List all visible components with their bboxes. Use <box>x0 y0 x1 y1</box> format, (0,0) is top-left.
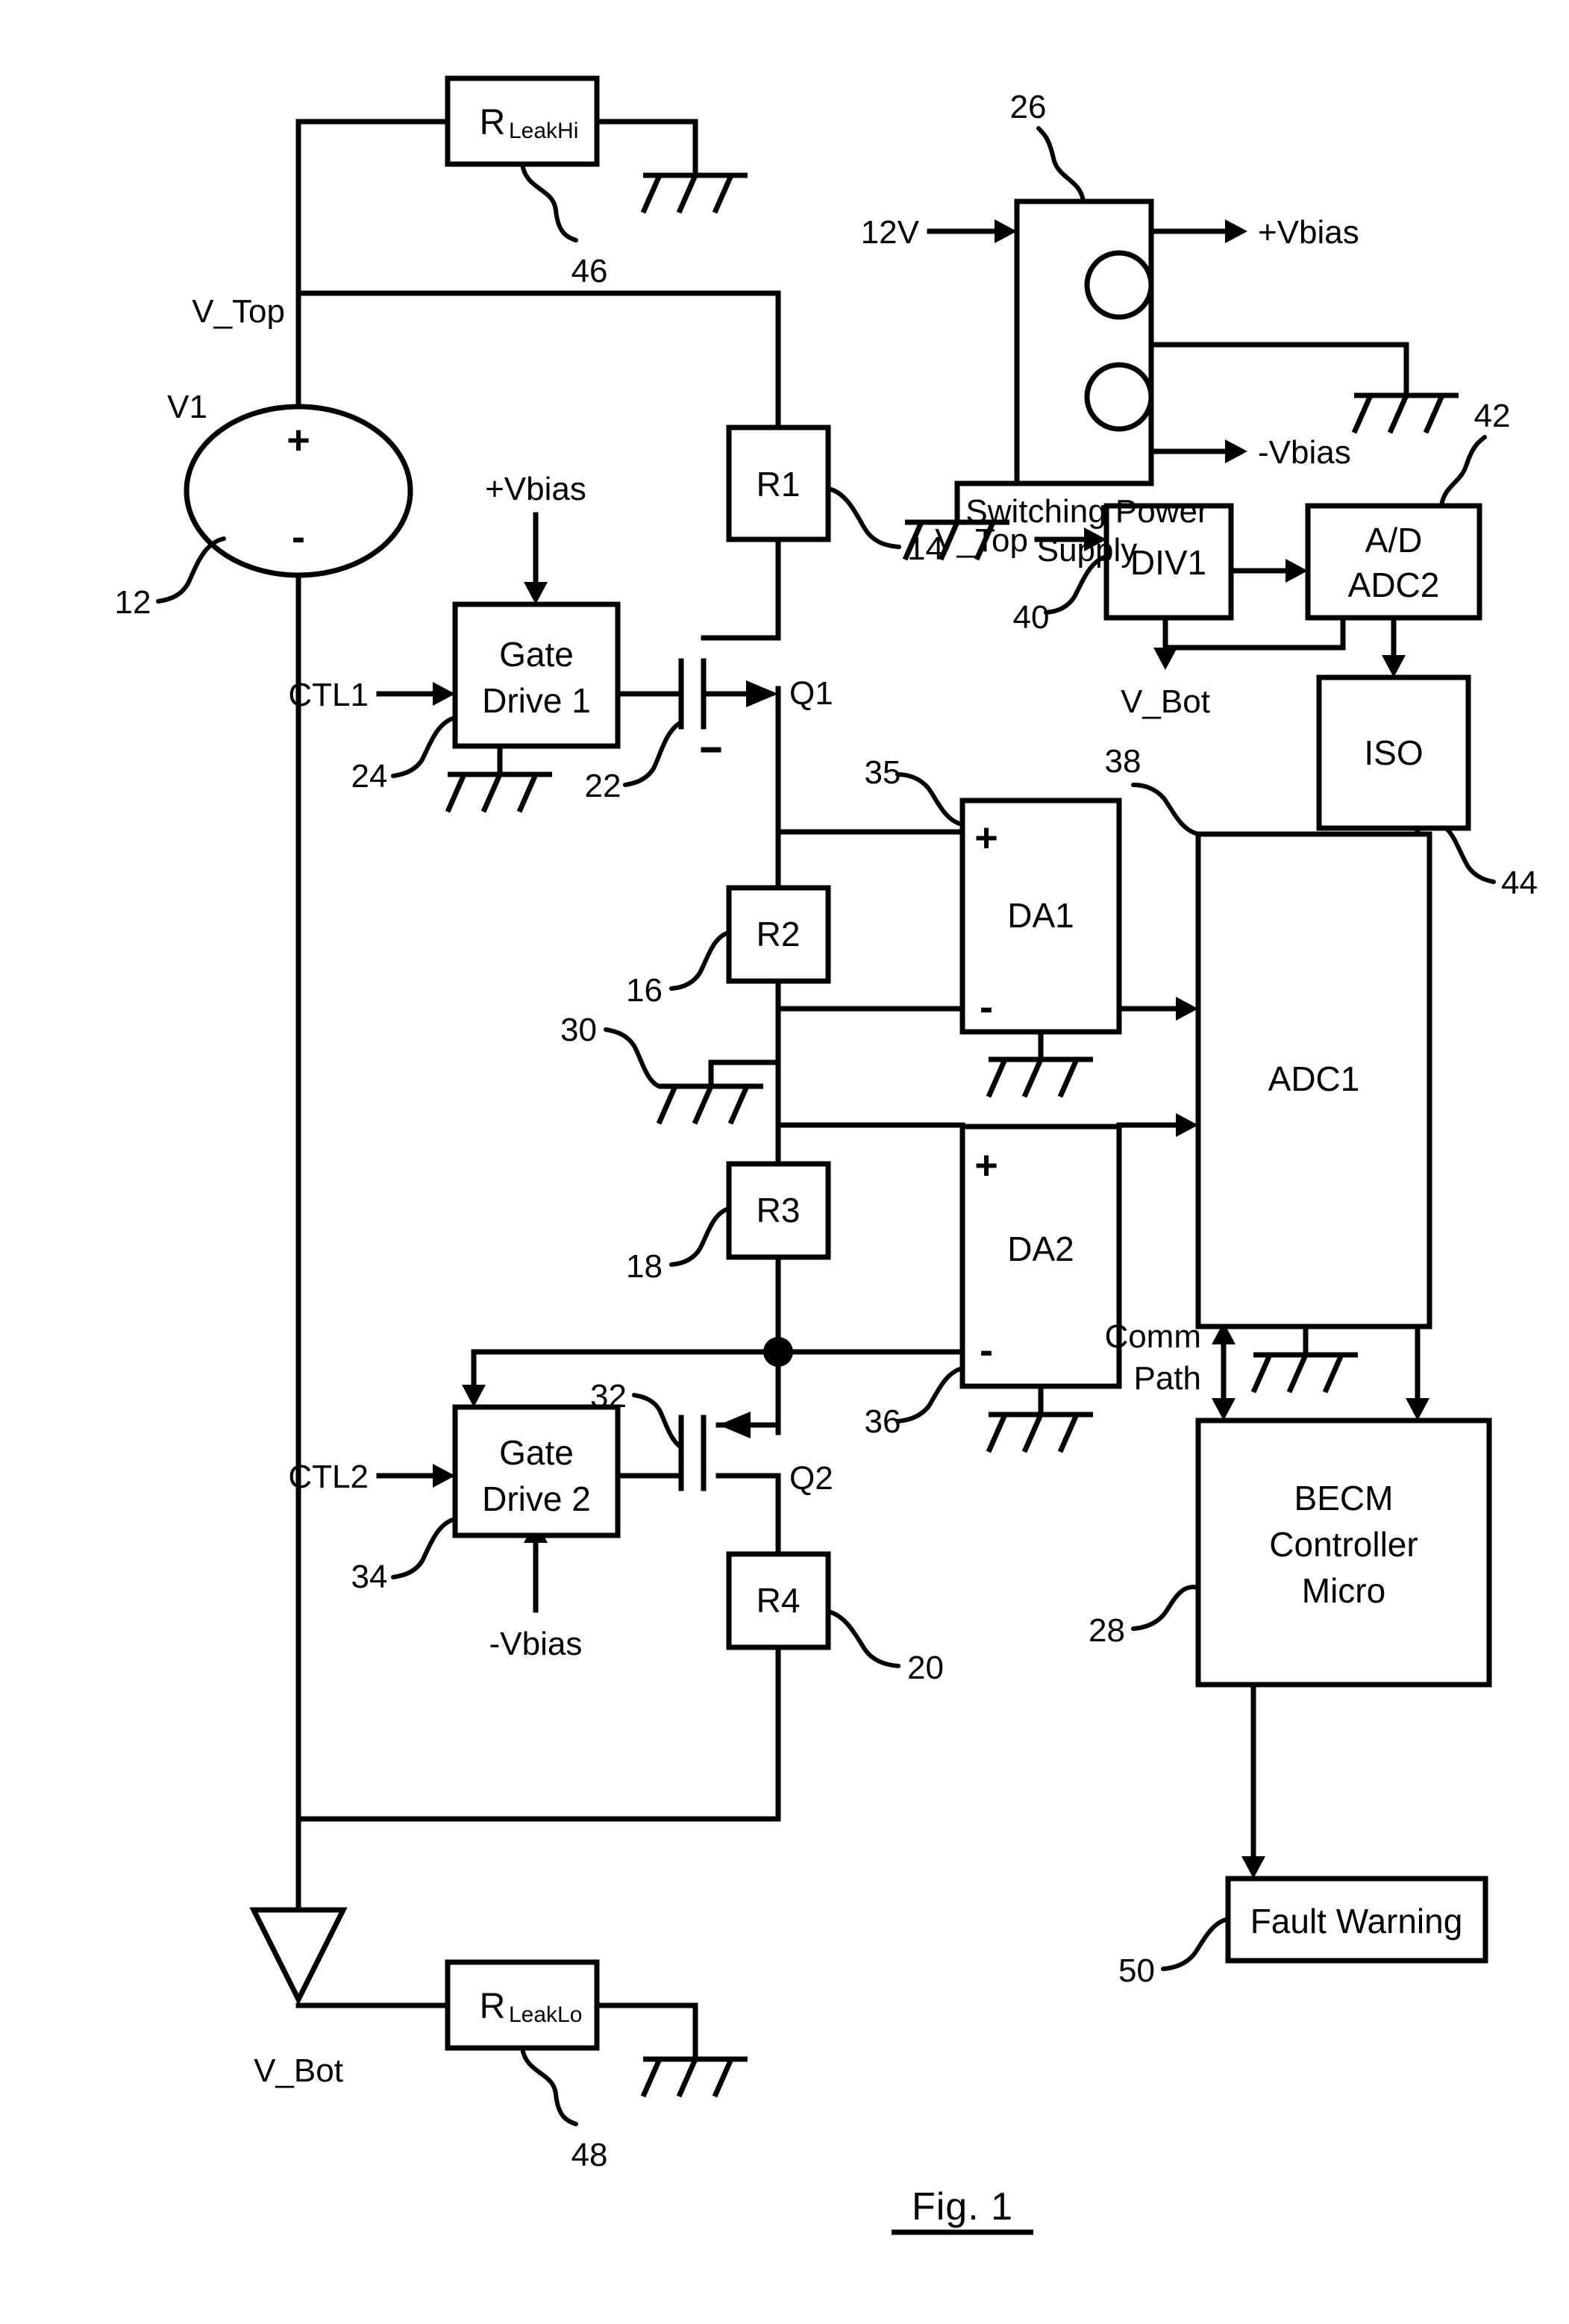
div1-label: DIV1 <box>1130 543 1206 582</box>
ref-50: 50 <box>1118 1952 1155 1989</box>
fault-warning-label: Fault Warning <box>1250 1902 1463 1941</box>
net-label-vbias-gd1: +Vbias <box>485 471 586 507</box>
net-label-vbot: V_Bot <box>254 2052 343 2089</box>
rleakhi-subscript: LeakHi <box>509 119 578 143</box>
source-minus-sign: - <box>292 515 305 560</box>
gate-drive-1-line1: Gate <box>499 635 574 674</box>
gate-drive-2-line1: Gate <box>499 1433 574 1472</box>
adc1-label: ADC1 <box>1268 1059 1360 1098</box>
ref-40: 40 <box>1013 599 1050 636</box>
becm-line3: Micro <box>1302 1571 1385 1610</box>
figure-caption: Fig. 1 <box>892 2185 1033 2235</box>
net-label-vbot-out: V_Bot <box>1121 683 1210 720</box>
resistor-rleakhi-label: R LeakHi <box>480 103 579 143</box>
iso-label: ISO <box>1364 733 1423 772</box>
resistor-rleaklo-label: R LeakLo <box>480 1987 583 2027</box>
ref-36: 36 <box>865 1403 901 1440</box>
ref-38: 38 <box>1105 743 1141 780</box>
ref-48: 48 <box>571 2137 608 2173</box>
da1-label: DA1 <box>1007 896 1074 935</box>
ref-42: 42 <box>1474 398 1511 434</box>
sps-line2: Supply <box>1037 532 1138 569</box>
mosfet-q1-label: Q1 <box>789 675 833 712</box>
source-plus-sign: + <box>286 418 310 463</box>
ref-46: 46 <box>571 253 608 289</box>
ref-20: 20 <box>907 1650 944 1686</box>
net-label-12v: 12V <box>861 214 920 251</box>
figure-caption-text: Fig. 1 <box>912 2185 1013 2229</box>
becm-line1: BECM <box>1294 1479 1394 1518</box>
ref-30: 30 <box>560 1012 597 1048</box>
ref-34: 34 <box>351 1559 388 1595</box>
da2-plus-sign: + <box>974 1143 998 1188</box>
da1-plus-sign: + <box>974 815 998 860</box>
ref-22: 22 <box>585 768 621 804</box>
ref-12: 12 <box>115 584 151 621</box>
net-label-vtop: V_Top <box>192 293 285 330</box>
figure-canvas: R LeakHi 46 R LeakLo 48 V_Top V1 + - 12 … <box>0 0 1569 2324</box>
net-label-minus-vbias-gd2: -Vbias <box>489 1626 583 1662</box>
net-label-vtop-divider: V_Top <box>935 522 1028 559</box>
rleaklo-prefix: R <box>480 1987 506 2026</box>
ref-26: 26 <box>1010 89 1047 125</box>
rleakhi-prefix: R <box>480 103 506 142</box>
net-label-ctl2: CTL2 <box>288 1459 369 1495</box>
da2-label: DA2 <box>1007 1230 1074 1268</box>
adc2-line1: A/D <box>1365 521 1423 560</box>
source-v1-label: V1 <box>167 389 207 425</box>
net-label-minus-vbias: -Vbias <box>1258 434 1351 471</box>
resistor-r2-label: R2 <box>757 915 801 953</box>
ref-32: 32 <box>590 1378 627 1415</box>
ref-35: 35 <box>865 754 901 791</box>
adc2-line2: ADC2 <box>1348 566 1440 604</box>
gate-drive-1-line2: Drive 1 <box>482 681 591 720</box>
comm-path-line2: Path <box>1133 1360 1201 1397</box>
resistor-r1-label: R1 <box>757 465 801 504</box>
resistor-r3-label: R3 <box>757 1191 801 1230</box>
ref-18: 18 <box>626 1248 663 1285</box>
mosfet-q2-label: Q2 <box>789 1460 833 1497</box>
ref-24: 24 <box>351 758 388 795</box>
ref-28: 28 <box>1089 1612 1125 1649</box>
resistor-r4-label: R4 <box>757 1581 801 1620</box>
becm-line2: Controller <box>1269 1525 1418 1564</box>
net-label-ctl1: CTL1 <box>288 677 369 713</box>
da2-minus-sign: - <box>980 1328 993 1373</box>
rleaklo-subscript: LeakLo <box>509 2002 582 2027</box>
gate-drive-2-line2: Drive 2 <box>482 1479 591 1518</box>
ref-44: 44 <box>1501 865 1538 901</box>
label-layer: R LeakHi 46 R LeakLo 48 V_Top V1 + - 12 … <box>115 89 1538 2235</box>
comm-path-line1: Comm <box>1104 1318 1201 1355</box>
ref-16: 16 <box>626 972 663 1009</box>
da1-minus-sign: - <box>980 985 993 1030</box>
net-label-plus-vbias: +Vbias <box>1258 214 1359 251</box>
